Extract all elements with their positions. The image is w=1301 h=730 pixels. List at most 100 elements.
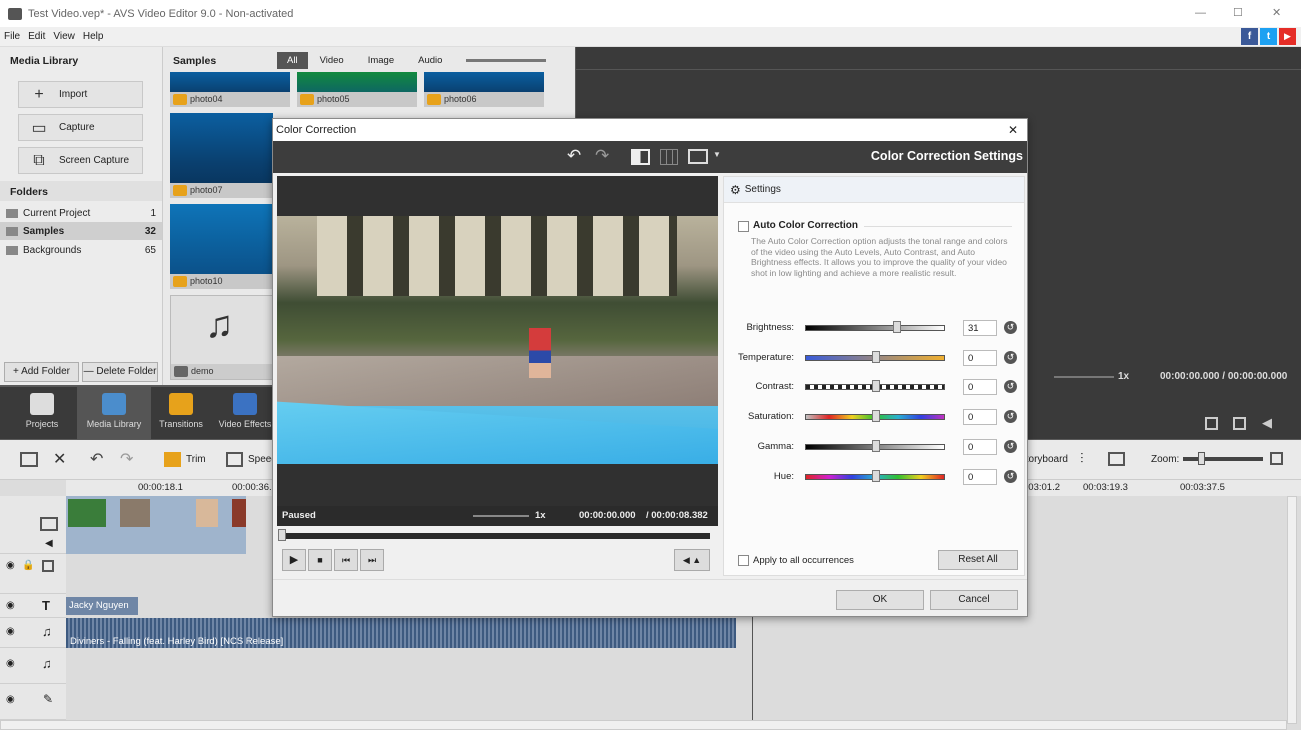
video-clip-thumb[interactable]	[232, 499, 246, 527]
media-item-photo04[interactable]: photo04	[170, 72, 290, 107]
display-icon[interactable]	[1108, 452, 1125, 466]
gamma-slider[interactable]	[805, 439, 945, 452]
saturation-slider[interactable]	[805, 410, 945, 423]
eye-icon[interactable]: ◉	[6, 560, 15, 571]
horizontal-scrollbar[interactable]	[0, 720, 1287, 730]
fit-timeline-icon[interactable]	[1270, 452, 1283, 465]
youtube-icon[interactable]: ▶	[1279, 28, 1296, 45]
tab-media-library[interactable]: Media Library	[77, 387, 151, 439]
facebook-icon[interactable]: f	[1241, 28, 1258, 45]
twitter-icon[interactable]: t	[1260, 28, 1277, 45]
eye-icon[interactable]: ◉	[6, 694, 15, 705]
video-clip-thumb[interactable]	[120, 499, 150, 527]
play-button[interactable]: ▶	[282, 549, 306, 571]
saturation-value-input[interactable]: 0	[963, 409, 997, 426]
vertical-scrollbar[interactable]	[1287, 496, 1297, 724]
filter-all[interactable]: All	[277, 51, 308, 69]
mute-icon[interactable]: ◀	[1262, 415, 1272, 431]
saturation-reset-icon[interactable]: ↺	[1004, 410, 1017, 424]
tab-transitions[interactable]: Transitions	[144, 387, 218, 439]
apply-all-label[interactable]: Apply to all occurrences	[753, 555, 854, 566]
trim-icon[interactable]	[164, 452, 181, 467]
undo-icon[interactable]: ↶	[567, 146, 581, 166]
folder-backgrounds[interactable]: Backgrounds 65	[0, 241, 162, 259]
stop-button[interactable]: ■	[308, 549, 332, 571]
close-window-button[interactable]: ✕	[1272, 6, 1281, 19]
dialog-close-button[interactable]: ✕	[1008, 123, 1018, 137]
lock-icon[interactable]: 🔒	[22, 560, 34, 571]
media-item-photo07[interactable]: photo07	[170, 113, 273, 198]
filter-video[interactable]: Video	[308, 52, 356, 69]
eye-icon[interactable]: ◉	[6, 658, 15, 669]
video-track[interactable]	[66, 496, 246, 554]
media-item-photo05[interactable]: photo05	[297, 72, 417, 107]
menu-edit[interactable]: Edit	[28, 31, 45, 42]
import-button[interactable]: + Import	[18, 81, 143, 108]
gamma-slider-thumb[interactable]	[872, 439, 880, 452]
next-frame-button[interactable]: ⏭	[360, 549, 384, 571]
volume-button[interactable]: ◀ ▲	[674, 549, 710, 571]
filter-audio[interactable]: Audio	[406, 52, 454, 69]
preview-volume-slider[interactable]	[473, 515, 529, 517]
hue-slider[interactable]	[805, 469, 945, 482]
eye-icon[interactable]: ◉	[6, 600, 15, 611]
saturation-slider-thumb[interactable]	[872, 410, 880, 423]
audio-mixer-icon[interactable]: ⫶	[1080, 450, 1084, 467]
hue-value-input[interactable]: 0	[963, 468, 997, 485]
media-item-photo06[interactable]: photo06	[424, 72, 544, 107]
zoom-slider-thumb[interactable]	[1198, 452, 1205, 465]
redo-icon[interactable]: ↷	[595, 146, 609, 166]
contrast-value-input[interactable]: 0	[963, 379, 997, 396]
cancel-button[interactable]: Cancel	[930, 590, 1018, 610]
capture-button[interactable]: ▭ Capture	[18, 114, 143, 141]
video-clip-thumb[interactable]	[68, 499, 106, 527]
video-clip-thumb[interactable]	[196, 499, 218, 527]
temperature-reset-icon[interactable]: ↺	[1004, 350, 1017, 364]
brightness-slider[interactable]	[805, 321, 945, 333]
delete-icon[interactable]: ✕	[53, 449, 66, 469]
ok-button[interactable]: OK	[836, 590, 924, 610]
grid-icon[interactable]	[660, 149, 678, 165]
player-volume-slider[interactable]	[1054, 376, 1114, 378]
tab-projects[interactable]: Projects	[5, 387, 79, 439]
media-item-photo10[interactable]: photo10	[170, 204, 273, 289]
snapshot-icon[interactable]	[1233, 417, 1246, 430]
brightness-reset-icon[interactable]: ↺	[1004, 321, 1017, 334]
contrast-slider[interactable]	[805, 380, 945, 393]
brightness-slider-thumb[interactable]	[893, 321, 902, 333]
fullscreen-icon[interactable]	[1205, 417, 1218, 430]
chevron-down-icon[interactable]: ▼	[713, 150, 721, 159]
delete-folder-button[interactable]: — Delete Folder	[82, 362, 158, 382]
folder-current-project[interactable]: Current Project 1	[0, 204, 162, 222]
auto-correction-label[interactable]: Auto Color Correction	[753, 220, 858, 231]
add-folder-button[interactable]: + Add Folder	[4, 362, 79, 382]
preview-seek-bar[interactable]	[278, 529, 710, 541]
apply-all-checkbox[interactable]	[738, 555, 749, 566]
menu-view[interactable]: View	[53, 31, 75, 42]
redo-icon[interactable]: ↷	[120, 449, 133, 469]
speaker-icon[interactable]: ◀	[45, 538, 53, 549]
seek-thumb[interactable]	[278, 529, 286, 541]
temperature-value-input[interactable]: 0	[963, 349, 997, 366]
monitor-dropdown-icon[interactable]	[688, 149, 708, 164]
text-clip[interactable]: Jacky Nguyen	[66, 597, 138, 615]
hue-reset-icon[interactable]: ↺	[1004, 469, 1017, 483]
thumb-size-slider[interactable]	[466, 59, 546, 62]
menu-file[interactable]: File	[4, 31, 20, 42]
gamma-reset-icon[interactable]: ↺	[1004, 439, 1017, 453]
zoom-slider[interactable]	[1183, 452, 1263, 465]
temperature-slider-thumb[interactable]	[872, 350, 880, 363]
speed-icon[interactable]	[226, 452, 243, 467]
hue-slider-thumb[interactable]	[872, 469, 880, 482]
previous-frame-button[interactable]: ⏮	[334, 549, 358, 571]
screen-capture-button[interactable]: ⧉ Screen Capture	[18, 147, 143, 174]
brightness-value-input[interactable]: 31	[963, 320, 997, 336]
audio-clip[interactable]: Diviners - Falling (feat. Harley Bird) […	[66, 618, 736, 648]
storyboard-toggle-icon[interactable]	[20, 452, 38, 467]
filter-image[interactable]: Image	[356, 52, 406, 69]
contrast-reset-icon[interactable]: ↺	[1004, 380, 1017, 394]
gamma-value-input[interactable]: 0	[963, 438, 997, 455]
contrast-slider-thumb[interactable]	[872, 380, 880, 393]
media-item-demo[interactable]: ♫ demo	[170, 295, 273, 380]
auto-correction-checkbox[interactable]	[738, 221, 749, 232]
